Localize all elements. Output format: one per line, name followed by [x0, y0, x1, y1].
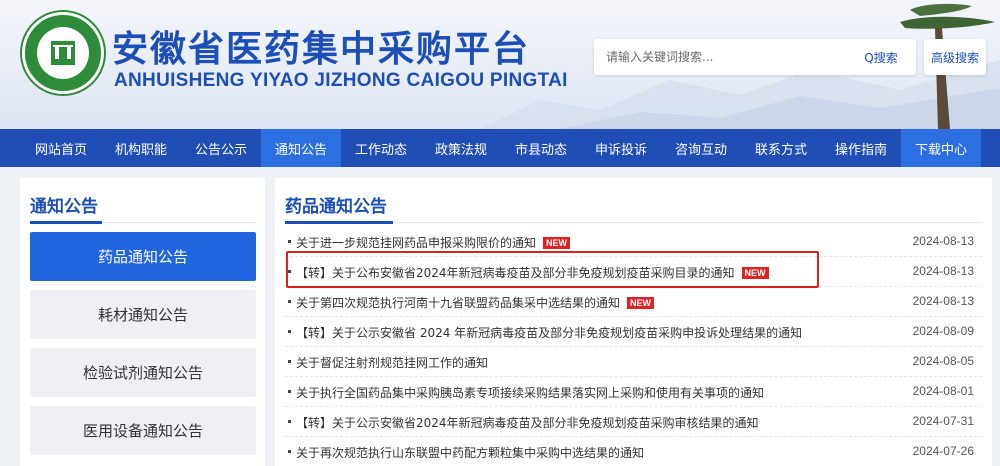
site-title-pinyin: ANHUISHENG YIYAO JIZHONG CAIGOU PINGTAI	[114, 70, 568, 91]
new-badge: NEW	[741, 267, 769, 279]
nav-item-work-news[interactable]: 工作动态	[341, 129, 421, 167]
nav-item-contact[interactable]: 联系方式	[741, 129, 821, 167]
list-item[interactable]: 关于第四次规范执行河南十九省联盟药品集采中选结果的通知 NEW 2024-08-1…	[285, 287, 982, 317]
site-logo[interactable]	[22, 12, 104, 94]
notice-title: 关于再次规范执行山东联盟中药配方颗粒集中采购中选结果的通知	[296, 446, 645, 460]
nav-item-home[interactable]: 网站首页	[21, 129, 101, 167]
nav-item-consultation[interactable]: 咨询互动	[661, 129, 741, 167]
notice-title: 【转】关于公示安徽省2024年新冠病毒疫苗及部分非免疫规划疫苗采购审核结果的通知	[296, 416, 759, 430]
page-title: 药品通知公告	[285, 197, 387, 217]
sidebar-title-underline	[30, 221, 102, 224]
search-button[interactable]: Q搜索	[846, 39, 916, 75]
notice-title-link[interactable]: 关于第四次规范执行河南十九省联盟药品集采中选结果的通知 NEW	[296, 294, 655, 311]
notice-title: 关于第四次规范执行河南十九省联盟药品集采中选结果的通知	[296, 296, 621, 310]
new-badge: NEW	[543, 237, 571, 249]
main-nav: 网站首页 机构职能 公告公示 通知公告 工作动态 政策法规 市县动态 申诉投诉 …	[0, 129, 1000, 167]
main-content: 药品通知公告 关于进一步规范挂网药品申报采购限价的通知 NEW 2024-08-1…	[275, 178, 992, 466]
notice-title: 【转】关于公布安徽省2024年新冠病毒疫苗及部分非免疫规划疫苗采购目录的通知	[296, 266, 735, 280]
nav-item-guide[interactable]: 操作指南	[821, 129, 901, 167]
sidebar-item-equipment-notices[interactable]: 医用设备通知公告	[30, 406, 256, 455]
notice-date: 2024-07-26	[912, 444, 974, 458]
bullet-icon	[288, 330, 291, 333]
bullet-icon	[288, 450, 291, 453]
bullet-icon	[288, 420, 291, 423]
sidebar-item-reagent-notices[interactable]: 检验试剂通知公告	[30, 348, 256, 397]
notice-date: 2024-08-13	[912, 264, 974, 278]
search-input[interactable]	[594, 39, 844, 75]
new-badge: NEW	[627, 297, 655, 309]
advanced-search-button[interactable]: 高级搜索	[924, 39, 986, 75]
bullet-icon	[288, 300, 291, 303]
nav-item-notices[interactable]: 通知公告	[261, 129, 341, 167]
nav-item-download[interactable]: 下载中心	[901, 129, 981, 167]
sidebar-title: 通知公告	[30, 197, 98, 217]
site-header: 安徽省医药集中采购平台 ANHUISHENG YIYAO JIZHONG CAI…	[0, 0, 1000, 129]
notice-title-link[interactable]: 关于再次规范执行山东联盟中药配方颗粒集中采购中选结果的通知	[296, 444, 644, 461]
list-item[interactable]: 【转】关于公示安徽省 2024 年新冠病毒疫苗及部分非免疫规划疫苗采购申投诉处理…	[285, 317, 982, 347]
nav-item-city-news[interactable]: 市县动态	[501, 129, 581, 167]
bullet-icon	[288, 240, 291, 243]
list-item[interactable]: 【转】关于公示安徽省2024年新冠病毒疫苗及部分非免疫规划疫苗采购审核结果的通知…	[285, 407, 982, 437]
notice-date: 2024-08-13	[912, 234, 974, 248]
notice-title-link[interactable]: 【转】关于公布安徽省2024年新冠病毒疫苗及部分非免疫规划疫苗采购目录的通知 NE…	[296, 264, 769, 281]
notice-date: 2024-08-13	[912, 294, 974, 308]
notice-list: 关于进一步规范挂网药品申报采购限价的通知 NEW 2024-08-13 【转】关于…	[285, 227, 982, 466]
title-underline	[285, 221, 393, 224]
nav-item-policies[interactable]: 政策法规	[421, 129, 501, 167]
list-item[interactable]: 关于进一步规范挂网药品申报采购限价的通知 NEW 2024-08-13	[285, 227, 982, 257]
bullet-icon	[288, 270, 291, 273]
notice-date: 2024-08-01	[912, 384, 974, 398]
sidebar-item-consumables-notices[interactable]: 耗材通知公告	[30, 290, 256, 339]
scale-emblem-icon	[51, 41, 75, 65]
list-item[interactable]: 关于执行全国药品集中采购胰岛素专项接续采购结果落实网上采购和使用有关事项的通知 …	[285, 377, 982, 407]
notice-title: 关于执行全国药品集中采购胰岛素专项接续采购结果落实网上采购和使用有关事项的通知	[296, 386, 765, 400]
nav-item-institution[interactable]: 机构职能	[101, 129, 181, 167]
bullet-icon	[288, 360, 291, 363]
notice-title: 关于进一步规范挂网药品申报采购限价的通知	[296, 236, 537, 250]
search-box: Q搜索	[594, 39, 916, 75]
notice-title-link[interactable]: 【转】关于公示安徽省 2024 年新冠病毒疫苗及部分非免疫规划疫苗采购申投诉处理…	[296, 324, 802, 341]
notice-date: 2024-07-31	[912, 414, 974, 428]
list-item[interactable]: 关于督促注射剂规范挂网工作的通知 2024-08-05	[285, 347, 982, 377]
notice-title-link[interactable]: 关于进一步规范挂网药品申报采购限价的通知 NEW	[296, 234, 571, 251]
notice-title: 关于督促注射剂规范挂网工作的通知	[296, 356, 489, 370]
notice-title-link[interactable]: 关于执行全国药品集中采购胰岛素专项接续采购结果落实网上采购和使用有关事项的通知	[296, 384, 764, 401]
sidebar: 通知公告 药品通知公告 耗材通知公告 检验试剂通知公告 医用设备通知公告	[20, 178, 265, 466]
notice-date: 2024-08-09	[912, 324, 974, 338]
nav-item-announcements[interactable]: 公告公示	[181, 129, 261, 167]
site-title-chinese: 安徽省医药集中采购平台	[112, 29, 531, 70]
notice-title-link[interactable]: 【转】关于公示安徽省2024年新冠病毒疫苗及部分非免疫规划疫苗采购审核结果的通知	[296, 414, 759, 431]
sidebar-item-drug-notices[interactable]: 药品通知公告	[30, 232, 256, 281]
list-item[interactable]: 【转】关于公布安徽省2024年新冠病毒疫苗及部分非免疫规划疫苗采购目录的通知 NE…	[285, 257, 982, 287]
bullet-icon	[288, 390, 291, 393]
notice-title-link[interactable]: 关于督促注射剂规范挂网工作的通知	[296, 354, 488, 371]
notice-date: 2024-08-05	[912, 354, 974, 368]
list-item[interactable]: 关于再次规范执行山东联盟中药配方颗粒集中采购中选结果的通知 2024-07-26	[285, 437, 982, 466]
notice-title: 【转】关于公示安徽省 2024 年新冠病毒疫苗及部分非免疫规划疫苗采购申投诉处理…	[296, 326, 803, 340]
nav-item-complaints[interactable]: 申诉投诉	[581, 129, 661, 167]
